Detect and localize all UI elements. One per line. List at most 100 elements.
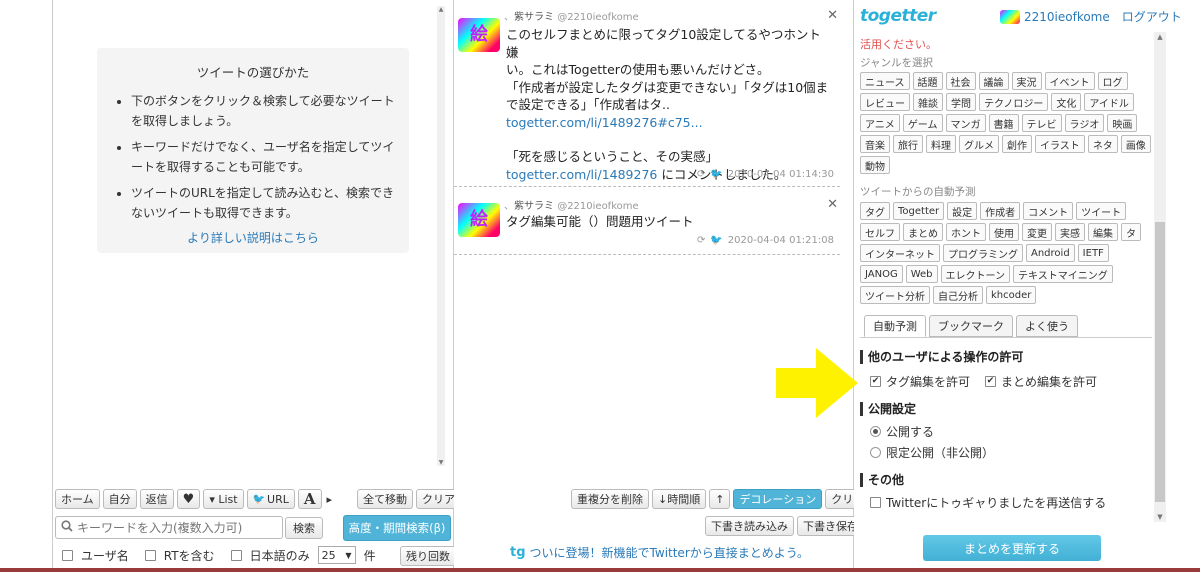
genre-tag[interactable]: ゲーム — [902, 114, 943, 132]
limited-radio[interactable] — [870, 447, 881, 458]
tab-frequent[interactable]: よく使う — [1016, 315, 1078, 337]
close-icon[interactable]: ✕ — [827, 197, 838, 212]
likes-button[interactable]: ♥ — [176, 489, 201, 509]
update-matome-button[interactable]: まとめを更新する — [923, 535, 1101, 561]
font-button[interactable]: A — [297, 489, 322, 509]
list-button[interactable]: ▾ List — [203, 489, 244, 509]
auto-tag[interactable]: JANOG — [860, 265, 903, 283]
genre-tag[interactable]: イラスト — [1035, 135, 1085, 153]
auto-tag[interactable]: インターネット — [860, 244, 940, 262]
tab-bookmark[interactable]: ブックマーク — [929, 315, 1013, 337]
tweet-link[interactable]: togetter.com/li/1489276#c75... — [506, 115, 703, 130]
genre-tag[interactable]: ログ — [1097, 72, 1128, 90]
auto-tag[interactable]: Android — [1026, 244, 1075, 262]
auto-tag[interactable]: プログラミング — [943, 244, 1023, 262]
auto-tag[interactable]: ツイート分析 — [860, 286, 930, 304]
auto-tag[interactable]: テキストマイニング — [1013, 265, 1113, 283]
genre-tag[interactable]: 創作 — [1002, 135, 1032, 153]
genre-tag[interactable]: 議論 — [978, 72, 1009, 90]
auto-tag[interactable]: 変更 — [1022, 223, 1052, 241]
search-input[interactable] — [77, 520, 277, 535]
self-button[interactable]: 自分 — [102, 489, 137, 509]
auto-tag[interactable]: khcoder — [986, 286, 1037, 304]
auto-tag[interactable]: タグ — [860, 202, 890, 220]
tweet-card[interactable]: 絵 、紫サラミ @2210ieofkome ✕ このセルフまとめに限ってタグ10… — [454, 0, 840, 187]
auto-tag[interactable]: Web — [905, 265, 938, 283]
auto-tag[interactable]: 編集 — [1088, 223, 1118, 241]
search-button[interactable]: 検索 — [285, 517, 323, 539]
close-icon[interactable]: ✕ — [827, 8, 838, 23]
scroll-up-icon[interactable]: ▲ — [437, 6, 445, 13]
dedupe-button[interactable]: 重複分を削除 — [571, 489, 649, 509]
refresh-icon[interactable]: ⟳ — [697, 169, 705, 180]
auto-tag[interactable]: セルフ — [860, 223, 900, 241]
genre-tag[interactable]: 学問 — [946, 93, 976, 111]
auto-tag[interactable]: 設定 — [947, 202, 978, 220]
remaining-button[interactable]: 残り回数 — [400, 546, 456, 566]
rt-checkbox[interactable] — [144, 549, 156, 561]
genre-tag[interactable]: レビュー — [860, 93, 910, 111]
genre-tag[interactable]: 実況 — [1011, 72, 1042, 90]
tweet-link[interactable]: togetter.com/li/1489276 — [506, 167, 657, 182]
settings-scrollbar[interactable]: ▲ ▼ — [1154, 32, 1166, 522]
tag-edit-checkbox[interactable] — [870, 376, 881, 387]
more-arrow-icon[interactable]: ▸ — [327, 493, 333, 506]
promo-banner[interactable]: tg ついに登場！新機能でTwitterから直接まとめよう。 — [510, 544, 809, 561]
tweet-card[interactable]: 絵 、紫サラミ @2210ieofkome ✕ タグ編集可能（）問題用ツイート … — [454, 189, 840, 255]
auto-tag[interactable]: IETF — [1077, 244, 1109, 262]
genre-tag[interactable]: 動物 — [860, 156, 890, 174]
scroll-down-icon[interactable]: ▼ — [437, 459, 445, 466]
load-draft-button[interactable]: 下書き読み込み — [705, 516, 794, 536]
genre-tag[interactable]: 文化 — [1051, 93, 1082, 111]
genre-tag[interactable]: 社会 — [945, 72, 976, 90]
url-button[interactable]: 🐦 URL — [246, 489, 295, 509]
auto-tag[interactable]: エレクトーン — [940, 265, 1011, 283]
count-select[interactable]: 25 ▼ — [317, 546, 356, 564]
reply-button[interactable]: 返信 — [139, 489, 174, 509]
togetter-logo[interactable]: togetter — [860, 6, 936, 26]
genre-tag[interactable]: アニメ — [860, 114, 900, 132]
tab-auto[interactable]: 自動予測 — [864, 315, 926, 337]
genre-tag[interactable]: ネタ — [1087, 135, 1118, 153]
genre-tag[interactable]: イベント — [1044, 72, 1095, 90]
move-up-button[interactable]: ↑ — [709, 489, 731, 509]
guide-more-link[interactable]: より詳しい説明はこちら — [109, 229, 397, 246]
username-link[interactable]: 2210ieofkome — [1024, 10, 1110, 24]
home-button[interactable]: ホーム — [55, 489, 100, 509]
genre-tag[interactable]: ラジオ — [1064, 114, 1105, 132]
tweet-list-scrollbar[interactable]: ▲ ▼ — [437, 6, 445, 466]
genre-tag[interactable]: 音楽 — [860, 135, 890, 153]
advanced-search-button[interactable]: 高度・期間検索(β) — [343, 515, 451, 541]
resend-checkbox[interactable] — [870, 497, 881, 508]
user-checkbox[interactable] — [62, 549, 73, 561]
auto-tag[interactable]: ホント — [946, 223, 986, 241]
genre-tag[interactable]: テレビ — [1021, 114, 1062, 132]
genre-tag[interactable]: マンガ — [945, 114, 986, 132]
genre-tag[interactable]: 画像 — [1120, 135, 1151, 153]
auto-tag[interactable]: ツイート — [1076, 202, 1127, 220]
scroll-down-icon[interactable]: ▼ — [1154, 513, 1166, 521]
refresh-icon[interactable]: ⟳ — [697, 235, 705, 246]
auto-tag[interactable]: コメント — [1023, 202, 1074, 220]
genre-tag[interactable]: アイドル — [1084, 93, 1134, 111]
auto-tag[interactable]: 作成者 — [980, 202, 1021, 220]
auto-tag[interactable]: 実感 — [1055, 223, 1085, 241]
auto-tag[interactable]: Togetter — [893, 202, 945, 220]
auto-tag[interactable]: まとめ — [903, 223, 943, 241]
move-all-button[interactable]: 全て移動 — [357, 489, 413, 509]
logout-link[interactable]: ログアウト — [1122, 8, 1182, 25]
scrollbar-thumb[interactable] — [1155, 222, 1165, 502]
auto-tag[interactable]: 自己分析 — [933, 286, 983, 304]
genre-tag[interactable]: グルメ — [959, 135, 999, 153]
genre-tag[interactable]: テクノロジー — [979, 93, 1049, 111]
sort-time-button[interactable]: ↓時間順 — [652, 489, 707, 509]
japanese-checkbox[interactable] — [230, 549, 242, 561]
genre-tag[interactable]: 書籍 — [988, 114, 1019, 132]
scroll-up-icon[interactable]: ▲ — [1154, 33, 1166, 41]
genre-tag[interactable]: 映画 — [1107, 114, 1138, 132]
genre-tag[interactable]: ニュース — [860, 72, 910, 90]
genre-tag[interactable]: 雑談 — [913, 93, 943, 111]
matome-edit-checkbox[interactable] — [985, 376, 997, 387]
decoration-button[interactable]: デコレーション — [733, 489, 823, 509]
public-radio[interactable] — [870, 426, 881, 437]
